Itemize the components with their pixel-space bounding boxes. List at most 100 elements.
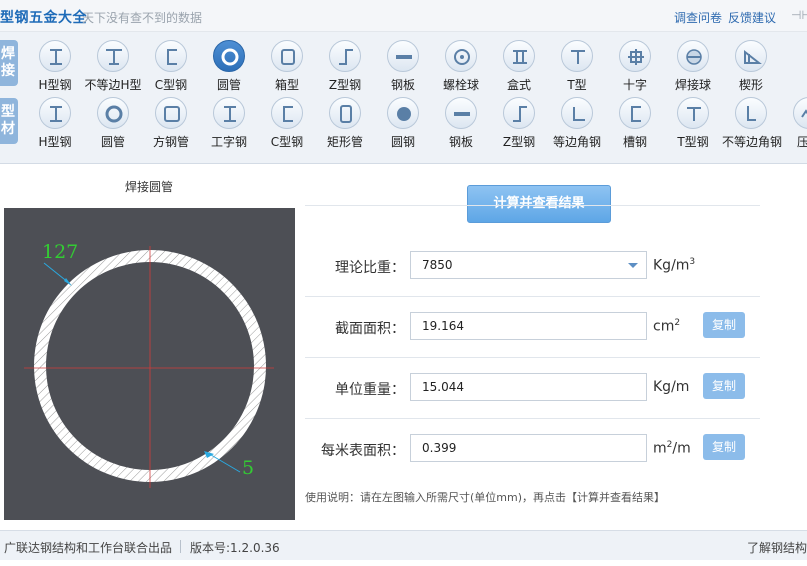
pin-icon[interactable]: ⊣⊢ xyxy=(791,8,807,22)
toolbar-item-row2-9[interactable]: 等边角钢 xyxy=(548,97,606,150)
t-section-icon xyxy=(561,40,593,72)
t-section-icon xyxy=(677,97,709,129)
weight-field[interactable]: 15.044 xyxy=(410,373,647,401)
density-value: 7850 xyxy=(422,258,453,272)
z-section-icon-glyph xyxy=(339,49,353,65)
calculate-button[interactable]: 计算并查看结果 xyxy=(467,185,611,223)
learn-more-link[interactable]: 了解钢结构 xyxy=(747,539,807,556)
c-channel-icon xyxy=(271,97,303,129)
chevron-down-icon[interactable] xyxy=(628,263,638,268)
toolbar-item-row1-12[interactable]: 楔形 xyxy=(722,40,780,93)
toolbar-item-row1-5[interactable]: Z型钢 xyxy=(316,40,374,93)
toolbar-item-label: Z型钢 xyxy=(502,135,536,149)
round-tube-icon xyxy=(97,97,129,129)
toolbar-item-row1-1[interactable]: 不等边H型 xyxy=(84,40,142,93)
feedback-link[interactable]: 反馈建议 xyxy=(728,9,776,26)
equal-angle-icon-glyph xyxy=(573,107,585,121)
tab-welding-label: 焊 接 xyxy=(1,46,15,79)
square-tube-icon-glyph xyxy=(164,106,180,122)
unequal-h-icon xyxy=(97,40,129,72)
toolbar-item-row2-5[interactable]: 矩形管 xyxy=(316,97,374,150)
surface-unit-base: m xyxy=(653,440,667,457)
toolbar-item-row2-10[interactable]: 槽钢 xyxy=(606,97,664,150)
toolbar-item-row2-1[interactable]: 圆管 xyxy=(84,97,142,150)
area-unit: cm2 xyxy=(653,318,680,335)
toolbar-item-row1-3[interactable]: 圆管 xyxy=(200,40,258,93)
toolbar-item-label: 圆管 xyxy=(100,135,125,149)
density-unit-base: Kg/m xyxy=(653,257,690,274)
toolbar-item-row2-4[interactable]: C型钢 xyxy=(258,97,316,150)
copy-surface-button[interactable]: 复制 xyxy=(703,434,745,460)
toolbar-item-row2-3[interactable]: 工字钢 xyxy=(200,97,258,150)
toolbar-item-label: 方钢管 xyxy=(152,135,189,149)
toolbar-item-label: Z型钢 xyxy=(328,78,362,92)
usage-note: 使用说明：请在左图输入所需尺寸(单位mm)，再点击【计算并查看结果】 xyxy=(305,491,666,504)
toolbar-item-row1-7[interactable]: 螺栓球 xyxy=(432,40,490,93)
tab-profile[interactable]: 型 材 xyxy=(0,98,18,144)
toolbar-item-row2-2[interactable]: 方钢管 xyxy=(142,97,200,150)
thickness-input[interactable]: 5 xyxy=(242,457,254,479)
toolbar-item-row1-2[interactable]: C型钢 xyxy=(142,40,200,93)
unequal-angle-icon xyxy=(735,97,767,129)
toolbar-item-row2-0[interactable]: H型钢 xyxy=(26,97,84,150)
area-label: 截面面积： xyxy=(335,321,405,337)
copy-weight-button[interactable]: 复制 xyxy=(703,373,745,399)
toolbar-item-label: 楔形 xyxy=(738,78,763,92)
c-channel-icon xyxy=(155,40,187,72)
toolbar-item-label: 矩形管 xyxy=(326,135,363,149)
toolbar-item-row2-11[interactable]: T型钢 xyxy=(664,97,722,150)
toolbar-item-row1-4[interactable]: 箱型 xyxy=(258,40,316,93)
toolbar-item-row1-10[interactable]: 十字 xyxy=(606,40,664,93)
toolbar-item-row2-6[interactable]: 圆钢 xyxy=(374,97,432,150)
surface-unit: m2/m xyxy=(653,440,691,457)
toolbar-item-row1-11[interactable]: 焊接球 xyxy=(664,40,722,93)
app-slogan: 天下没有查不到的数据 xyxy=(82,11,203,25)
toolbar-item-label: 焊接球 xyxy=(674,78,711,92)
divider xyxy=(305,357,760,358)
toolbar-item-row1-6[interactable]: 钢板 xyxy=(374,40,432,93)
toolbar-item-label: H型钢 xyxy=(38,78,72,92)
tab-welding[interactable]: 焊 接 xyxy=(0,40,18,86)
area-field[interactable]: 19.164 xyxy=(410,312,647,340)
toolbar-item-row1-0[interactable]: H型钢 xyxy=(26,40,84,93)
h-beam-icon xyxy=(39,40,71,72)
toolbar-item-label: 钢板 xyxy=(390,78,415,92)
steel-plate-icon-glyph xyxy=(396,55,412,59)
toolbar-item-row2-12[interactable]: 不等边角钢 xyxy=(722,97,782,150)
surface-label: 每米表面积： xyxy=(321,443,405,459)
round-tube-icon-glyph xyxy=(105,105,123,123)
h-beam-icon-glyph xyxy=(50,106,62,122)
bolt-ball-icon-glyph xyxy=(454,49,470,65)
toolbar-item-row2-7[interactable]: 钢板 xyxy=(432,97,490,150)
rect-tube-icon xyxy=(329,97,361,129)
round-tube-icon xyxy=(213,40,245,72)
toolbar-item-label: 圆管 xyxy=(216,78,241,92)
section-toolbar: 焊 接 型 材 H型钢 不等边H型 C型钢 圆管 箱型 Z型钢 钢板 螺栓球 盒式 T型 十字 焊接球… xyxy=(0,32,807,164)
t-section-icon-glyph xyxy=(687,107,701,121)
bolt-ball-icon xyxy=(445,40,477,72)
toolbar-item-label: T型钢 xyxy=(677,135,709,149)
i-beam-icon-glyph xyxy=(224,106,236,122)
weight-label: 单位重量： xyxy=(335,382,405,398)
toolbar-item-label: 等边角钢 xyxy=(552,135,601,149)
surface-field[interactable]: 0.399 xyxy=(410,434,647,462)
toolbar-item-label: 钢板 xyxy=(448,135,473,149)
area-unit-sup: 2 xyxy=(674,318,681,328)
toolbar-item-row2-8[interactable]: Z型钢 xyxy=(490,97,548,150)
density-select[interactable]: 7850 xyxy=(410,251,647,279)
toolbar-item-label: 圆钢 xyxy=(390,135,415,149)
wedge-icon xyxy=(735,40,767,72)
c-channel-icon-glyph xyxy=(283,106,293,122)
diameter-input[interactable]: 127 xyxy=(42,241,78,263)
box-type-icon-glyph xyxy=(513,50,527,64)
round-bar-icon xyxy=(387,97,419,129)
surface-unit-suffix: /m xyxy=(672,440,691,457)
toolbar-item-row1-8[interactable]: 盒式 xyxy=(490,40,548,93)
title-bar: 型钢五金大全 天下没有查不到的数据 调查问卷 反馈建议 ⊣⊢ xyxy=(0,0,807,32)
survey-link[interactable]: 调查问卷 xyxy=(674,9,722,26)
toolbar-item-label: T型 xyxy=(567,78,587,92)
toolbar-item-row2-13[interactable]: 压型 xyxy=(780,97,807,150)
area-unit-base: cm xyxy=(653,318,675,335)
toolbar-item-row1-9[interactable]: T型 xyxy=(548,40,606,93)
copy-area-button[interactable]: 复制 xyxy=(703,312,745,338)
